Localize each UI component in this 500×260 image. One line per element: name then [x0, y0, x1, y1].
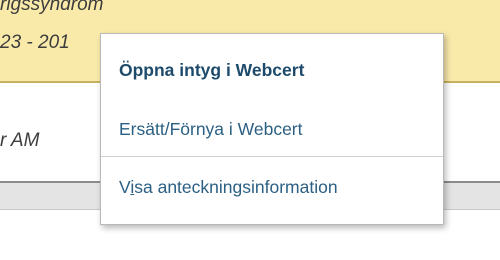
menu-item-replace-renew-in-webcert[interactable]: Ersätt/Förnya i Webcert: [101, 119, 443, 140]
menu-item-label: Ersätt/Förnya i Webcert: [119, 119, 303, 139]
menu-divider: [101, 156, 443, 157]
menu-item-label-prefix: V: [119, 177, 131, 197]
context-menu: Öppna intyg i Webcert Ersätt/Förnya i We…: [100, 33, 444, 225]
screen: rigssyndrom 23 - 201 r AM Öppna intyg i …: [0, 0, 500, 260]
menu-item-label: Öppna intyg i Webcert: [119, 60, 305, 80]
doctor-text: r AM: [0, 130, 40, 151]
date-range-text: 23 - 201: [0, 32, 70, 53]
menu-item-open-in-webcert[interactable]: Öppna intyg i Webcert: [101, 60, 443, 81]
menu-item-show-notes-info[interactable]: Visa anteckningsinformation: [101, 177, 443, 198]
diagnosis-text: rigssyndrom: [0, 0, 104, 15]
menu-item-label-suffix: sa anteckningsinformation: [134, 177, 338, 197]
